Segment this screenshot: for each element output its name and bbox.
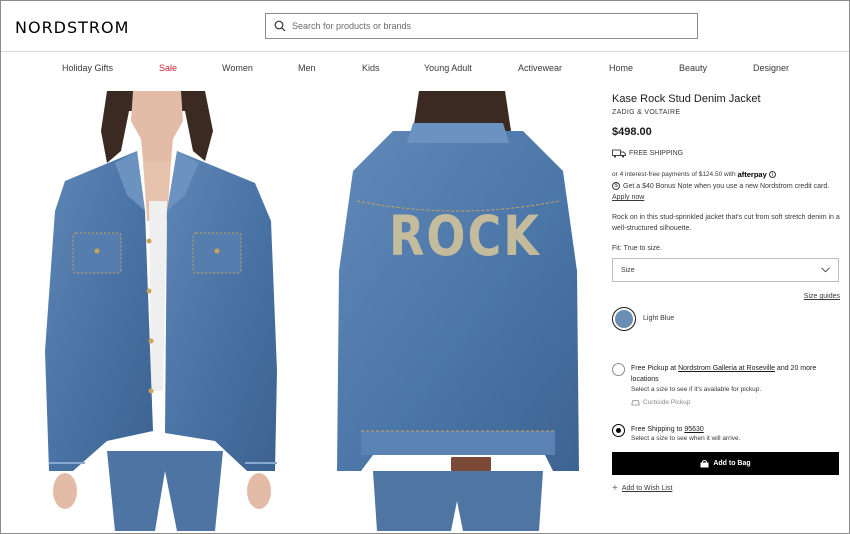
nav-item-designer[interactable]: Designer [753, 63, 789, 73]
search-placeholder: Search for products or brands [292, 21, 412, 31]
nav-item-activewear[interactable]: Activewear [518, 63, 562, 73]
info-icon[interactable]: i [768, 171, 776, 178]
product-image-front[interactable] [45, 91, 285, 531]
pickup-prefix: Free Pickup at [631, 365, 677, 372]
nav-item-sale[interactable]: Sale [159, 63, 177, 73]
color-name: Light Blue [643, 315, 675, 322]
fit-info: Fit: True to size. [612, 245, 662, 252]
product-price: $498.00 [612, 126, 652, 138]
free-shipping-badge: FREE SHIPPING [612, 149, 683, 158]
nav-item-men[interactable]: Men [298, 63, 316, 73]
page-frame: NORDSTROM Search for products or brands … [0, 0, 850, 534]
product-brand[interactable]: ZADIG & VOLTAIRE [612, 109, 680, 116]
product-title: Kase Rock Stud Denim Jacket [612, 93, 761, 105]
pickup-radio[interactable] [612, 363, 625, 376]
category-nav: Holiday Gifts Sale Women Men Kids Young … [1, 63, 849, 77]
size-select-placeholder: Size [621, 266, 635, 274]
product-description: Rock on in this stud-sprinkled jacket th… [612, 214, 840, 232]
search-icon [274, 20, 286, 32]
bonus-text: Get a $40 Bonus Note when you use a new … [623, 182, 830, 190]
shipping-prefix: Free Shipping to [631, 426, 683, 433]
nav-item-holiday-gifts[interactable]: Holiday Gifts [62, 63, 113, 73]
apply-now-link[interactable]: Apply now [612, 194, 644, 201]
pickup-subtext: Select a size to see if it's available f… [631, 386, 762, 393]
nordstrom-logo[interactable]: NORDSTROM [15, 18, 129, 37]
shipping-text: Free Shipping to 95630 [631, 424, 840, 435]
search-input[interactable]: Search for products or brands [265, 13, 698, 39]
nav-item-home[interactable]: Home [609, 63, 633, 73]
product-image-back[interactable] [333, 91, 583, 531]
add-to-wishlist-link[interactable]: + Add to Wish List [612, 483, 672, 494]
add-to-bag-button[interactable]: Add to Bag [612, 452, 839, 475]
car-icon [631, 400, 640, 406]
shipping-subtext: Select a size to see when it will arrive… [631, 435, 741, 442]
chevron-down-icon [821, 267, 830, 273]
pickup-option[interactable]: Free Pickup at Nordstrom Galleria at Ros… [612, 363, 840, 411]
shopping-bag-icon [700, 459, 709, 467]
free-shipping-label: FREE SHIPPING [629, 150, 684, 157]
size-guides-link[interactable]: Size guides [804, 293, 840, 300]
nav-item-beauty[interactable]: Beauty [679, 63, 707, 73]
swatch-fill [615, 310, 633, 328]
afterpay-logo: afterpay [737, 170, 767, 179]
nav-item-young-adult[interactable]: Young Adult [424, 63, 472, 73]
shipping-zip-link[interactable]: 95630 [684, 426, 703, 433]
nav-item-women[interactable]: Women [222, 63, 253, 73]
curbside-pickup: Curbside Pickup [631, 399, 690, 406]
color-swatch-light-blue[interactable] [612, 307, 636, 331]
dollar-icon: $ [612, 182, 620, 190]
shipping-radio[interactable] [612, 424, 625, 437]
truck-icon [612, 149, 626, 158]
jacket-back-print: ROCK [389, 203, 541, 269]
plus-icon: + [612, 483, 618, 494]
afterpay-text: or 4 interest-free payments of $124.50 w… [612, 171, 736, 178]
curbside-label: Curbside Pickup [643, 399, 691, 406]
pickup-store-link[interactable]: Nordstrom Galleria at Roseville [678, 365, 775, 372]
pickup-text: Free Pickup at Nordstrom Galleria at Ros… [631, 363, 840, 385]
nav-item-kids[interactable]: Kids [362, 63, 380, 73]
size-select[interactable]: Size [612, 258, 839, 282]
wishlist-label: Add to Wish List [621, 485, 673, 492]
bonus-note-line: $ Get a $40 Bonus Note when you use a ne… [612, 182, 829, 190]
shipping-option[interactable]: Free Shipping to 95630 Select a size to … [612, 424, 840, 448]
header-divider [1, 51, 849, 52]
add-to-bag-label: Add to Bag [713, 460, 751, 467]
afterpay-line: or 4 interest-free payments of $124.50 w… [612, 170, 776, 179]
product-gallery [45, 91, 585, 531]
